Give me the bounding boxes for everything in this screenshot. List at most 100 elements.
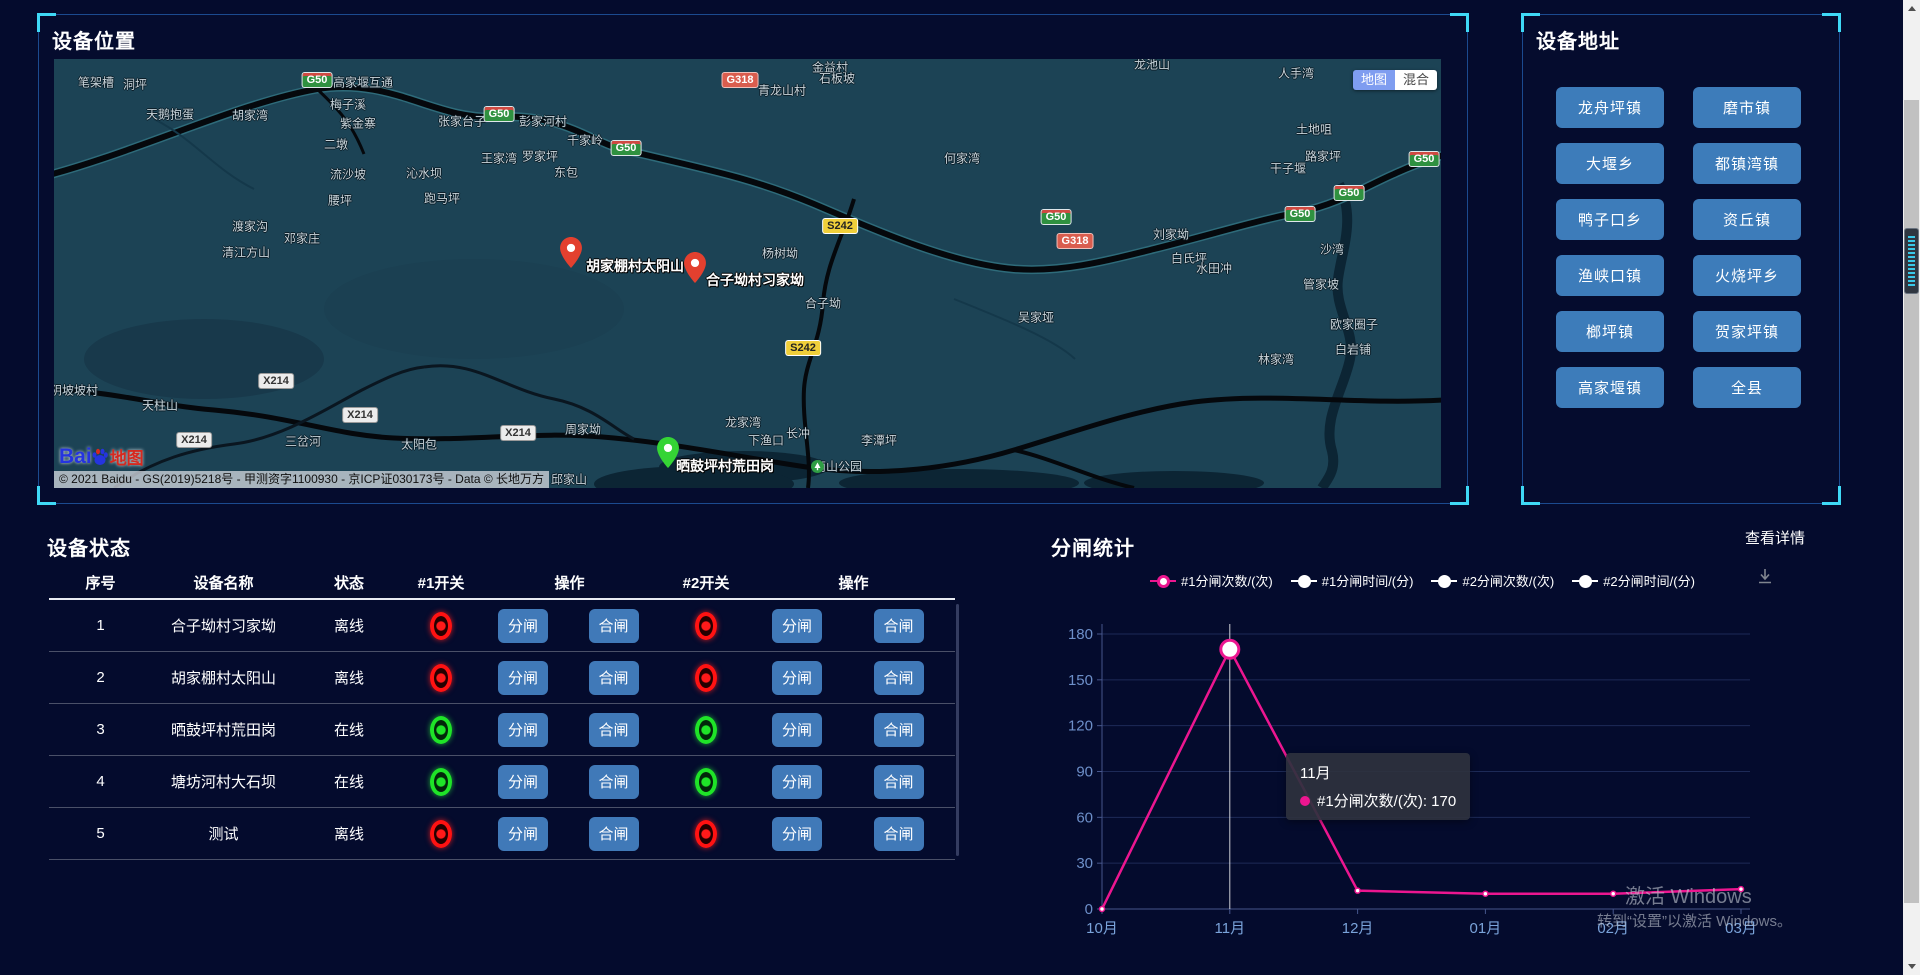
operation-cell: 分闸	[752, 765, 842, 799]
scrollbar-up-arrow[interactable]	[1903, 0, 1920, 17]
close-switch-button[interactable]: 合闸	[874, 765, 924, 799]
svg-text:12月: 12月	[1342, 920, 1374, 937]
device-address-panel: 设备地址 龙舟坪镇磨市镇大堰乡都镇湾镇鸭子口乡资丘镇渔峡口镇火烧坪乡榔坪镇贺家坪…	[1522, 14, 1840, 504]
address-button[interactable]: 资丘镇	[1693, 199, 1801, 240]
open-switch-button[interactable]: 分闸	[498, 661, 548, 695]
table-scrollbar[interactable]	[956, 604, 959, 856]
open-switch-button[interactable]: 分闸	[772, 713, 822, 747]
device-name: 晒鼓坪村荒田岗	[152, 719, 295, 740]
address-button[interactable]: 鸭子口乡	[1556, 199, 1664, 240]
road-badge-g50: G50	[485, 107, 514, 121]
map-place-label: 腰坪	[328, 192, 352, 209]
address-button[interactable]: 龙舟坪镇	[1556, 87, 1664, 128]
map-place-label: 何家湾	[944, 150, 980, 167]
address-button[interactable]: 高家堰镇	[1556, 367, 1664, 408]
switch-indicator-cell	[660, 664, 752, 692]
svg-text:0: 0	[1085, 901, 1093, 918]
map-place-label: 太阳包	[401, 436, 437, 453]
address-button[interactable]: 全县	[1693, 367, 1801, 408]
close-switch-button[interactable]: 合闸	[874, 817, 924, 851]
address-button[interactable]: 渔峡口镇	[1556, 255, 1664, 296]
close-switch-button[interactable]: 合闸	[589, 713, 639, 747]
section-title-switch-stats: 分闸统计	[1051, 532, 1135, 561]
close-switch-button[interactable]: 合闸	[874, 713, 924, 747]
device-location-panel: 设备位置 笔架槽洞坪天鹅抱蛋胡家湾高家堰互通梅子溪紫金寨二墩张家台子彭家河村千家…	[38, 14, 1468, 504]
windows-activation-watermark: 激活 Windows	[1625, 880, 1752, 909]
map-place-label: 千家岭	[567, 132, 603, 149]
page-scrollbar[interactable]	[1903, 0, 1920, 975]
column-header: 设备名称	[152, 572, 295, 593]
map-type-hybrid-button[interactable]: 混合	[1395, 70, 1437, 90]
address-button[interactable]: 贺家坪镇	[1693, 311, 1801, 352]
baidu-map[interactable]: 笔架槽洞坪天鹅抱蛋胡家湾高家堰互通梅子溪紫金寨二墩张家台子彭家河村千家岭王家湾罗…	[54, 59, 1441, 488]
open-switch-button[interactable]: 分闸	[498, 609, 548, 643]
operation-cell: 合闸	[567, 661, 660, 695]
open-switch-button[interactable]: 分闸	[498, 817, 548, 851]
open-switch-button[interactable]: 分闸	[772, 661, 822, 695]
scrollbar-down-arrow[interactable]	[1903, 958, 1920, 975]
open-switch-button[interactable]: 分闸	[772, 765, 822, 799]
svg-text:60: 60	[1076, 809, 1093, 826]
operation-cell: 分闸	[479, 817, 567, 851]
close-switch-button[interactable]: 合闸	[589, 765, 639, 799]
column-header: 状态	[295, 572, 403, 593]
map-place-label: 杨树坳	[762, 245, 798, 262]
close-switch-button[interactable]: 合闸	[874, 609, 924, 643]
map-place-label: 流沙坡	[330, 166, 366, 183]
road-badge-g50: G50	[303, 73, 332, 87]
operation-cell: 分闸	[752, 661, 842, 695]
map-place-label: 胡家湾	[232, 107, 268, 124]
view-details-link[interactable]: 查看详情	[1745, 527, 1805, 548]
map-place-label: 天柱山	[142, 397, 178, 414]
panel-title-device-address: 设备地址	[1536, 25, 1620, 54]
device-status: 在线	[295, 719, 403, 740]
tooltip-title: 11月	[1300, 762, 1456, 783]
switch-indicator-cell	[660, 820, 752, 848]
map-place-label: 沙湾	[1320, 241, 1344, 258]
address-button[interactable]: 榔坪镇	[1556, 311, 1664, 352]
open-switch-button[interactable]: 分闸	[772, 817, 822, 851]
close-switch-button[interactable]: 合闸	[874, 661, 924, 695]
address-button[interactable]: 磨市镇	[1693, 87, 1801, 128]
road-badge-g50: G50	[1286, 207, 1315, 221]
table-row: 1合子坳村习家坳离线分闸合闸分闸合闸	[49, 600, 955, 652]
close-switch-button[interactable]: 合闸	[589, 817, 639, 851]
section-title-device-status: 设备状态	[47, 532, 131, 561]
open-switch-button[interactable]: 分闸	[498, 765, 548, 799]
map-place-label: 合子坳	[805, 295, 841, 312]
close-switch-button[interactable]: 合闸	[589, 661, 639, 695]
map-place-label: 吴家垭	[1018, 309, 1054, 326]
map-place-label: 周家坳	[565, 421, 601, 438]
tooltip-entry: #1分闸次数/(次): 170	[1317, 790, 1456, 811]
map-place-label: 石板坡	[819, 70, 855, 87]
table-row: 5测试离线分闸合闸分闸合闸	[49, 808, 955, 860]
device-name: 测试	[152, 823, 295, 844]
map-label-layer: 笔架槽洞坪天鹅抱蛋胡家湾高家堰互通梅子溪紫金寨二墩张家台子彭家河村千家岭王家湾罗…	[54, 59, 1441, 488]
corner-decoration	[1822, 486, 1841, 505]
road-badge-g50: G50	[1410, 152, 1439, 166]
road-badge-s242: S242	[823, 219, 857, 233]
svg-text:120: 120	[1068, 718, 1093, 735]
open-switch-button[interactable]: 分闸	[498, 713, 548, 747]
device-status: 离线	[295, 667, 403, 688]
address-button[interactable]: 都镇湾镇	[1693, 143, 1801, 184]
row-index: 5	[49, 825, 152, 842]
address-button[interactable]: 火烧坪乡	[1693, 255, 1801, 296]
map-pin-marker[interactable]	[560, 237, 582, 268]
map-place-label: 刘家坳	[1153, 226, 1189, 243]
open-switch-button[interactable]: 分闸	[772, 609, 822, 643]
table-row: 4塘坊河村大石坝在线分闸合闸分闸合闸	[49, 756, 955, 808]
map-type-map-button[interactable]: 地图	[1353, 70, 1395, 90]
switch-indicator-green	[430, 716, 452, 744]
map-place-label: 白岩铺	[1335, 341, 1371, 358]
map-place-label: 龙家湾	[725, 414, 761, 431]
address-button[interactable]: 大堰乡	[1556, 143, 1664, 184]
close-switch-button[interactable]: 合闸	[589, 609, 639, 643]
road-badge-x214: X214	[259, 374, 293, 388]
switch-indicator-red	[430, 820, 452, 848]
operation-cell: 合闸	[567, 609, 660, 643]
status-table: 序号设备名称状态#1开关操作#2开关操作 1合子坳村习家坳离线分闸合闸分闸合闸2…	[49, 566, 955, 860]
windows-activation-watermark-sub: 转到“设置”以激活 Windows。	[1597, 910, 1792, 931]
map-pin-marker[interactable]	[684, 252, 706, 283]
scrollbar-thumb[interactable]	[1904, 100, 1919, 903]
